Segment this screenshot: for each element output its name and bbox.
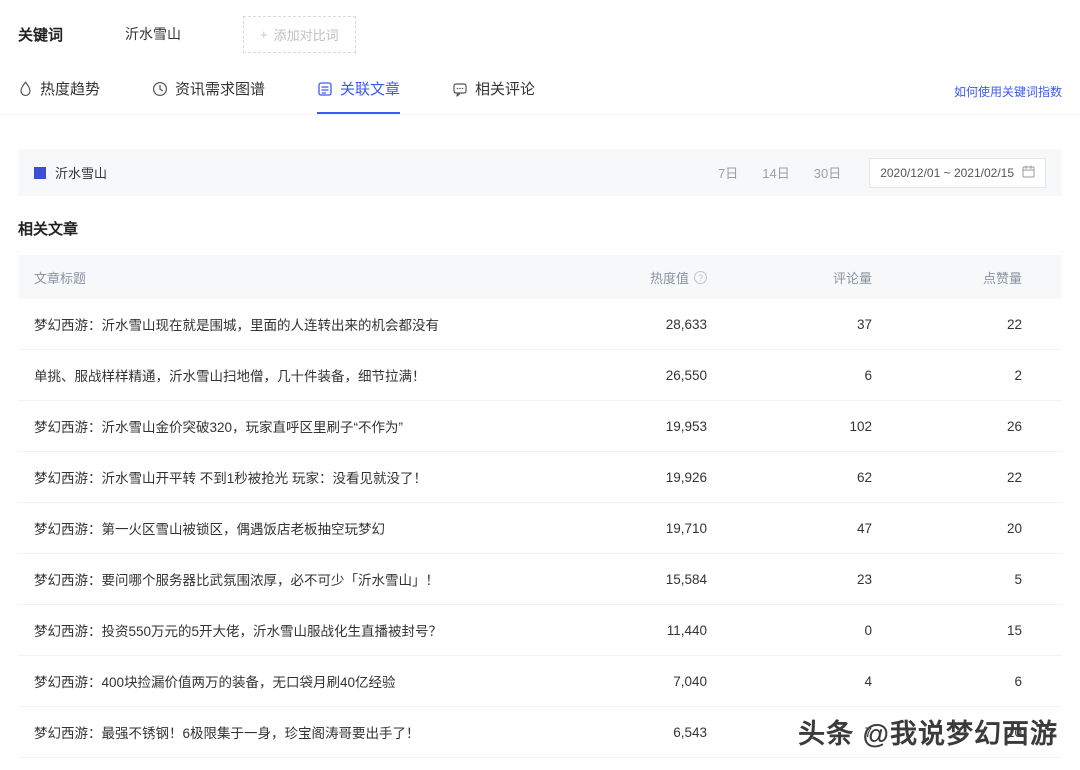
article-title[interactable]: 梦幻西游：投资550万元的5开大佬，沂水雪山服战化生直播被封号？: [18, 620, 537, 640]
like-count: 22: [872, 317, 1022, 332]
table-row[interactable]: 梦幻西游：沂水雪山金价突破320，玩家直呼区里刷子“不作为” 19,953 10…: [18, 401, 1062, 452]
keyword-header: 关键词 沂水雪山 + 添加对比词: [0, 0, 1080, 52]
article-title[interactable]: 梦幻西游：沂水雪山开平转 不到1秒被抢光 玩家：没看见就没了！: [18, 467, 537, 487]
comment-count: 6: [707, 368, 872, 383]
table-row[interactable]: 梦幻西游：沂水雪山开平转 不到1秒被抢光 玩家：没看见就没了！ 19,926 6…: [18, 452, 1062, 503]
col-header-heat: 热度值 ?: [537, 268, 707, 287]
heat-value: 19,953: [537, 419, 707, 434]
comment-count: 102: [707, 419, 872, 434]
range-7d[interactable]: 7日: [718, 163, 738, 182]
heat-value: 11,440: [537, 623, 707, 638]
comment-count: 47: [707, 521, 872, 536]
table-row[interactable]: 单挑、服战样样精通，沂水雪山扫地僧，几十件装备，细节拉满！ 26,550 6 2: [18, 350, 1062, 401]
keyword-label: 关键词: [18, 24, 63, 45]
article-title[interactable]: 梦幻西游：最强不锈钢！6极限集于一身，珍宝阁涛哥要出手了！: [18, 722, 537, 742]
tab-label: 热度趋势: [40, 78, 100, 99]
col-header-title: 文章标题: [18, 268, 537, 287]
range-14d[interactable]: 14日: [762, 163, 789, 182]
article-title[interactable]: 梦幻西游：第一火区雪山被锁区，偶遇饭店老板抽空玩梦幻: [18, 518, 537, 538]
range-group: 7日 14日 30日 2020/12/01 ~ 2021/02/15: [694, 158, 1046, 188]
calendar-icon: [1022, 165, 1035, 181]
tab-related-articles[interactable]: 关联文章: [317, 78, 400, 114]
article-title[interactable]: 梦幻西游：沂水雪山现在就是围城，里面的人连转出来的机会都没有: [18, 314, 537, 334]
heat-value: 19,710: [537, 521, 707, 536]
table-row[interactable]: 梦幻西游：400块捡漏价值两万的装备，无口袋月刷40亿经验 7,040 4 6: [18, 656, 1062, 707]
heat-value: 6,543: [537, 725, 707, 740]
comment-count: 62: [707, 470, 872, 485]
heat-value: 19,926: [537, 470, 707, 485]
heat-value: 26,550: [537, 368, 707, 383]
table-row[interactable]: 梦幻西游：最强不锈钢！6极限集于一身，珍宝阁涛哥要出手了！ 6,543 7 10: [18, 707, 1062, 758]
date-range-value: 2020/12/01 ~ 2021/02/15: [880, 166, 1014, 180]
like-count: 10: [872, 725, 1022, 740]
tab-bar: 热度趋势 资讯需求图谱 关联文章 相关评论 如何使用关键词指数: [0, 78, 1080, 115]
filter-bar: 沂水雪山 7日 14日 30日 2020/12/01 ~ 2021/02/15: [18, 149, 1062, 196]
add-compare-keyword-label: 添加对比词: [274, 25, 339, 44]
article-icon: [317, 81, 333, 97]
comment-icon: [452, 81, 468, 97]
article-title[interactable]: 单挑、服战样样精通，沂水雪山扫地僧，几十件装备，细节拉满！: [18, 365, 537, 385]
article-title[interactable]: 梦幻西游：沂水雪山金价突破320，玩家直呼区里刷子“不作为”: [18, 416, 537, 436]
tab-label: 资讯需求图谱: [175, 78, 265, 99]
tab-related-comments[interactable]: 相关评论: [452, 78, 535, 114]
help-link[interactable]: 如何使用关键词指数: [954, 83, 1062, 114]
section-title: 相关文章: [18, 218, 1062, 239]
comment-count: 7: [707, 725, 872, 740]
table-header-row: 文章标题 热度值 ? 评论量 点赞量: [18, 255, 1062, 299]
add-compare-keyword-button[interactable]: + 添加对比词: [243, 16, 356, 53]
like-count: 2: [872, 368, 1022, 383]
legend-keyword: 沂水雪山: [55, 163, 107, 182]
range-30d[interactable]: 30日: [814, 163, 841, 182]
comment-count: 37: [707, 317, 872, 332]
date-range-picker[interactable]: 2020/12/01 ~ 2021/02/15: [869, 158, 1046, 188]
like-count: 6: [872, 674, 1022, 689]
current-keyword[interactable]: 沂水雪山: [125, 24, 181, 44]
col-header-likes: 点赞量: [872, 268, 1022, 287]
table-row[interactable]: 梦幻西游：要问哪个服务器比武氛围浓厚，必不可少「沂水雪山」！ 15,584 23…: [18, 554, 1062, 605]
comment-count: 4: [707, 674, 872, 689]
heat-value: 15,584: [537, 572, 707, 587]
clock-icon: [152, 81, 168, 97]
tab-heat-trend[interactable]: 热度趋势: [18, 78, 100, 114]
table-row[interactable]: 梦幻西游：沂水雪山现在就是围城，里面的人连转出来的机会都没有 28,633 37…: [18, 299, 1062, 350]
plus-icon: +: [260, 27, 268, 42]
heat-info-icon[interactable]: ?: [694, 271, 707, 284]
col-header-comments: 评论量: [707, 268, 872, 287]
tab-label: 关联文章: [340, 78, 400, 99]
flame-icon: [18, 81, 33, 97]
legend-color-swatch: [34, 167, 46, 179]
comment-count: 23: [707, 572, 872, 587]
like-count: 5: [872, 572, 1022, 587]
like-count: 15: [872, 623, 1022, 638]
table-row[interactable]: 梦幻西游：投资550万元的5开大佬，沂水雪山服战化生直播被封号？ 11,440 …: [18, 605, 1062, 656]
heat-value: 7,040: [537, 674, 707, 689]
table-row[interactable]: 梦幻西游：第一火区雪山被锁区，偶遇饭店老板抽空玩梦幻 19,710 47 20: [18, 503, 1062, 554]
related-articles-table: 文章标题 热度值 ? 评论量 点赞量 梦幻西游：沂水雪山现在就是围城，里面的人连…: [18, 255, 1062, 758]
like-count: 20: [872, 521, 1022, 536]
like-count: 22: [872, 470, 1022, 485]
like-count: 26: [872, 419, 1022, 434]
tab-label: 相关评论: [475, 78, 535, 99]
heat-value: 28,633: [537, 317, 707, 332]
comment-count: 0: [707, 623, 872, 638]
article-table-body: 梦幻西游：沂水雪山现在就是围城，里面的人连转出来的机会都没有 28,633 37…: [18, 299, 1062, 758]
tab-demand-graph[interactable]: 资讯需求图谱: [152, 78, 265, 114]
article-title[interactable]: 梦幻西游：要问哪个服务器比武氛围浓厚，必不可少「沂水雪山」！: [18, 569, 537, 589]
article-title[interactable]: 梦幻西游：400块捡漏价值两万的装备，无口袋月刷40亿经验: [18, 671, 537, 691]
